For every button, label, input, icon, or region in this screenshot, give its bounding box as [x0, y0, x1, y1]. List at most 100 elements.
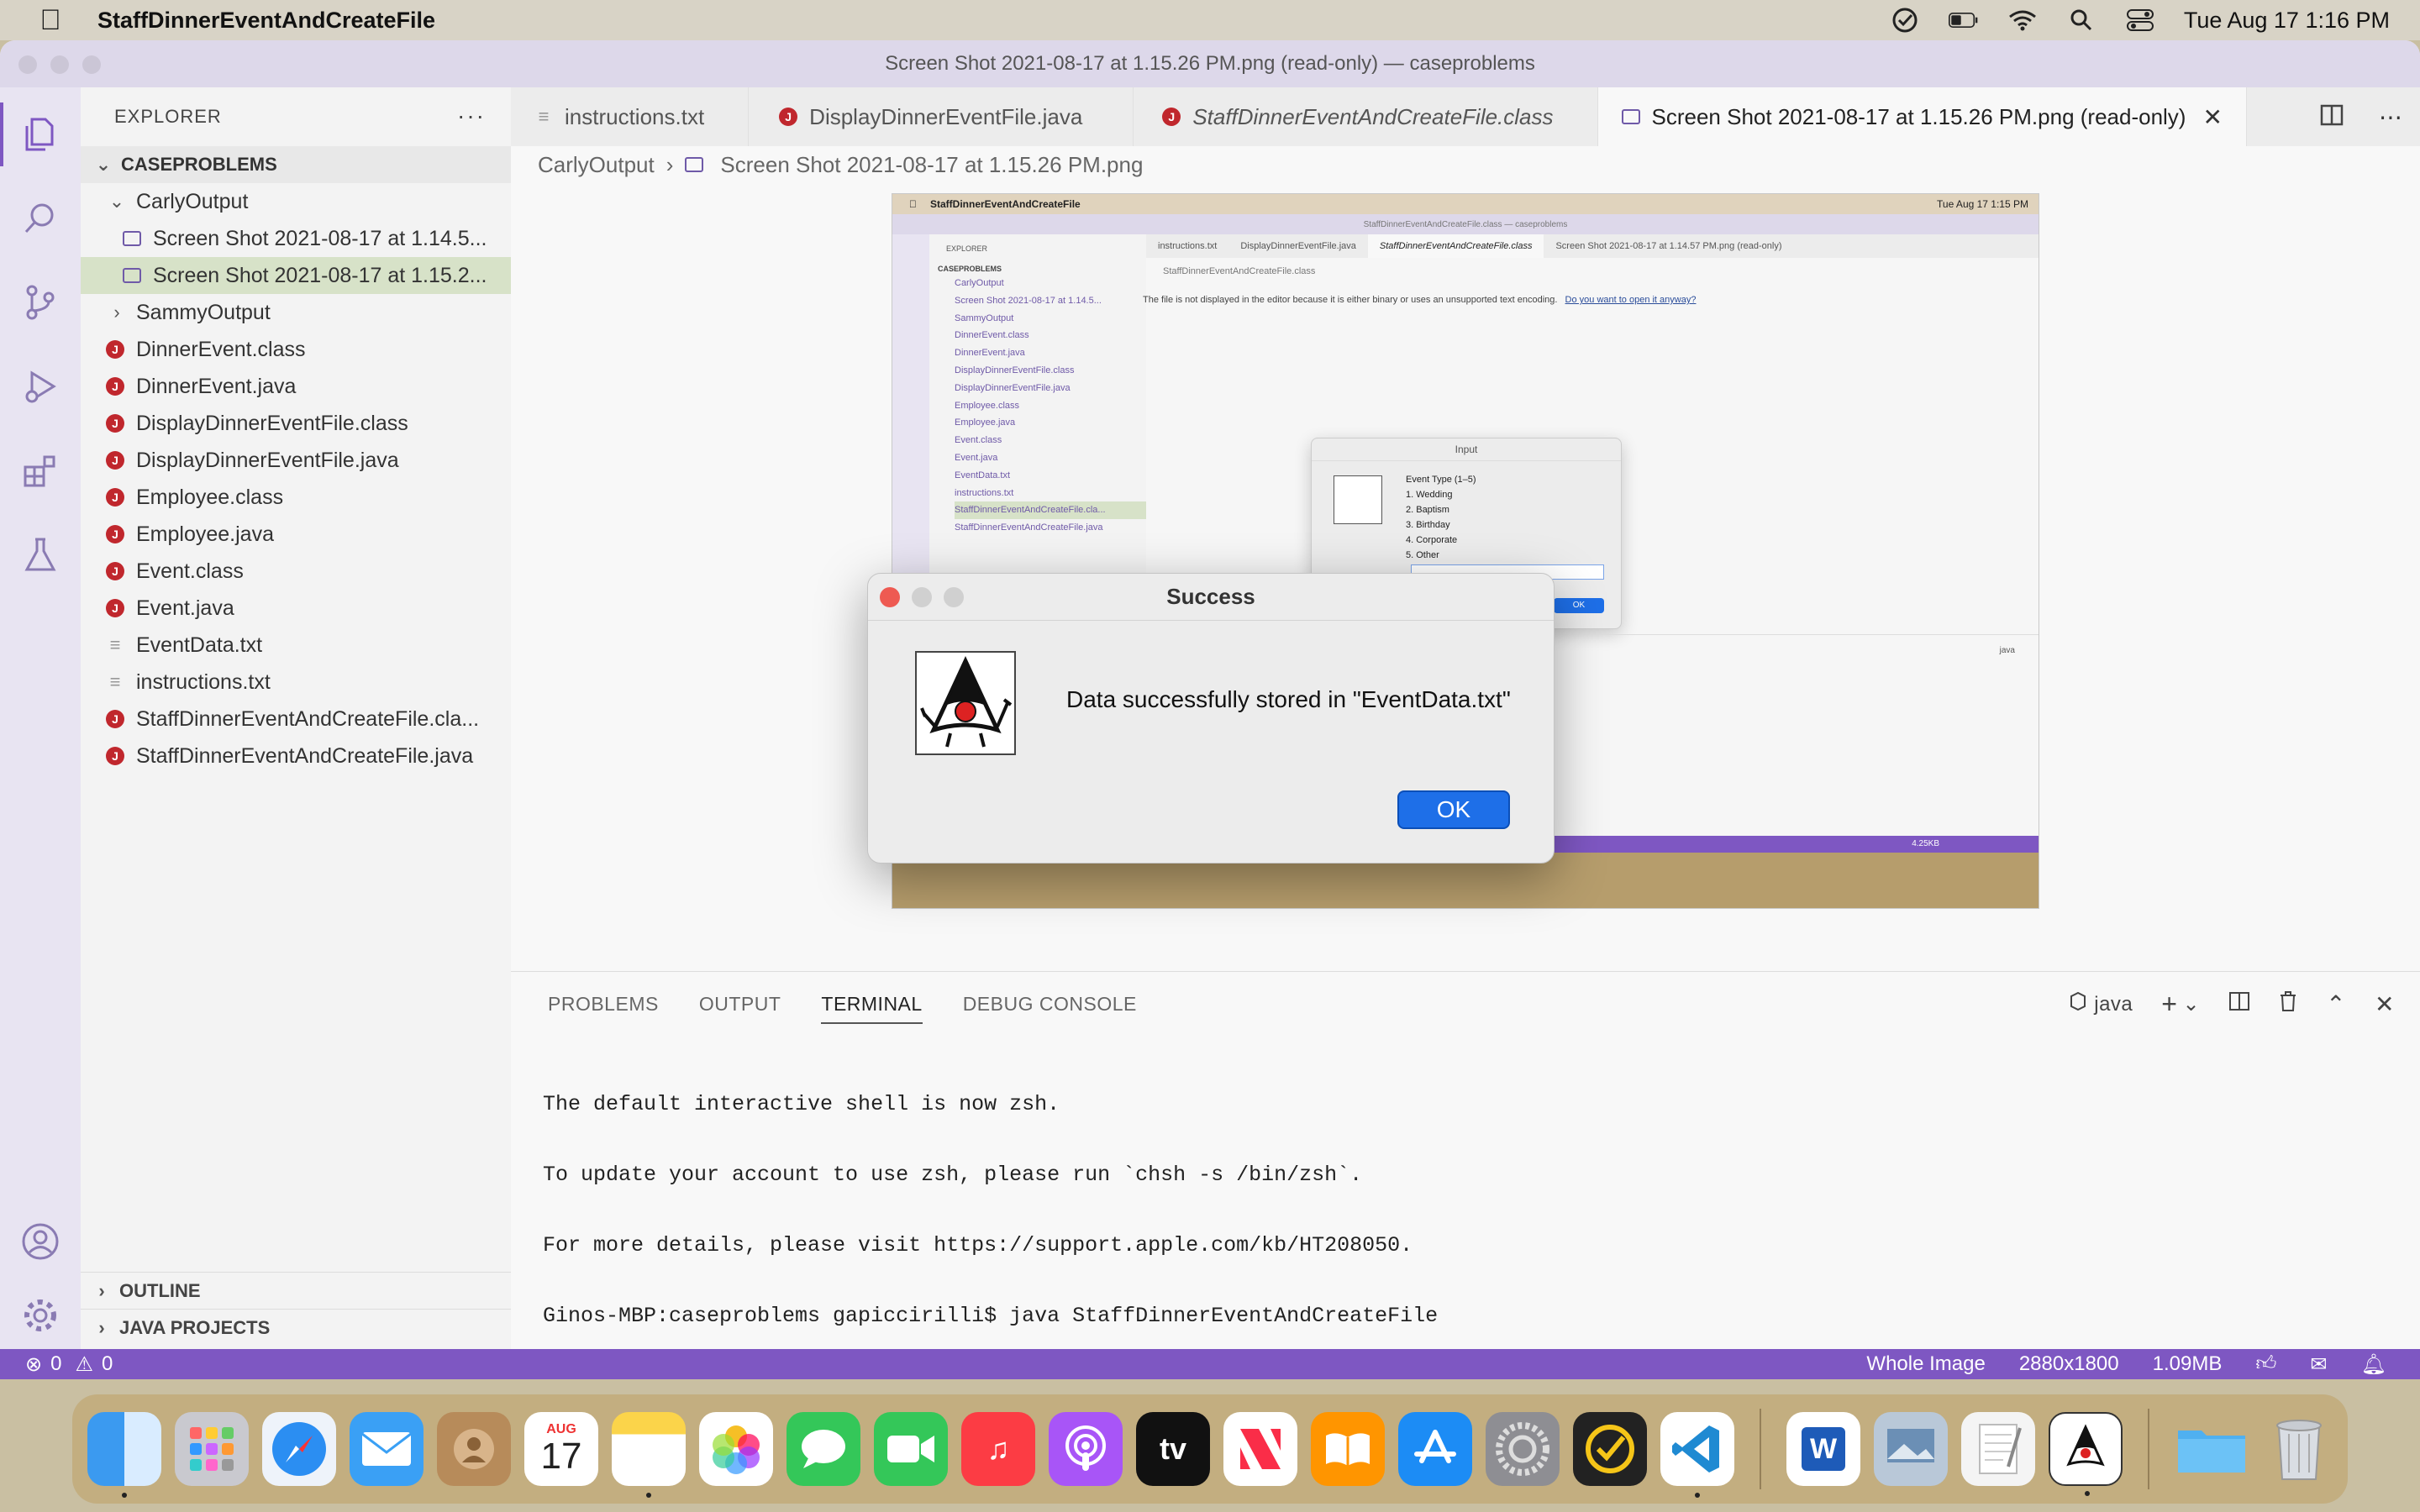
- new-terminal-plus-icon[interactable]: +: [2161, 989, 2177, 1020]
- checkmark-status-icon[interactable]: [1890, 5, 1920, 35]
- trash-icon[interactable]: [2279, 990, 2297, 1018]
- spotlight-search-icon[interactable]: [2066, 5, 2096, 35]
- music-icon[interactable]: ♫: [961, 1412, 1035, 1486]
- split-terminal-icon[interactable]: [2228, 991, 2250, 1017]
- tree-file[interactable]: J Event.java: [81, 590, 511, 627]
- tree-item-label: DinnerEvent.class: [136, 337, 306, 361]
- thumbs-up-icon[interactable]: 👍︎: [2255, 1352, 2276, 1376]
- more-actions-icon[interactable]: ···: [457, 102, 486, 129]
- settings-gear-icon[interactable]: [17, 1292, 64, 1339]
- problems-status[interactable]: ⊗ 0 ⚠ 0: [25, 1352, 113, 1377]
- explorer-files-icon[interactable]: [0, 102, 64, 166]
- image-mode-status[interactable]: Whole Image: [1866, 1352, 1985, 1376]
- extensions-icon[interactable]: [17, 447, 64, 494]
- split-editor-icon[interactable]: [2320, 104, 2344, 130]
- calendar-icon[interactable]: AUG 17: [524, 1412, 598, 1486]
- safari-icon[interactable]: [262, 1412, 336, 1486]
- workspace-folder[interactable]: ⌄ CASEPROBLEMS: [81, 146, 511, 183]
- tree-file[interactable]: J Employee.class: [81, 479, 511, 516]
- contacts-icon[interactable]: [437, 1412, 511, 1486]
- control-center-icon[interactable]: [2125, 5, 2155, 35]
- tab-screenshot[interactable]: Screen Shot 2021-08-17 at 1.15.26 PM.png…: [1597, 87, 2247, 146]
- preview-app-icon[interactable]: [1874, 1412, 1948, 1486]
- terminal-output[interactable]: The default interactive shell is now zsh…: [511, 1036, 2420, 1379]
- messages-icon[interactable]: [786, 1412, 860, 1486]
- apple-tv-icon[interactable]: tv: [1136, 1412, 1210, 1486]
- mail-icon[interactable]: [350, 1412, 424, 1486]
- tab-problems[interactable]: PROBLEMS: [548, 993, 659, 1016]
- battery-icon[interactable]: [1948, 5, 1979, 35]
- tree-file[interactable]: J DinnerEvent.class: [81, 331, 511, 368]
- textedit-icon[interactable]: [1961, 1412, 2035, 1486]
- close-tab-icon[interactable]: ✕: [2202, 103, 2222, 131]
- feedback-icon[interactable]: ✉︎: [2310, 1352, 2327, 1377]
- java-duke-app-icon[interactable]: [2049, 1412, 2123, 1496]
- tree-folder-carlyoutput[interactable]: ⌄ CarlyOutput: [81, 183, 511, 220]
- breadcrumb-folder[interactable]: CarlyOutput: [538, 152, 655, 178]
- tab-displaydinnereventfile[interactable]: J DisplayDinnerEventFile.java: [749, 87, 1134, 146]
- close-panel-icon[interactable]: ✕: [2375, 990, 2395, 1018]
- calendar-day: 17: [540, 1436, 582, 1477]
- breadcrumb-file[interactable]: Screen Shot 2021-08-17 at 1.15.26 PM.png: [720, 152, 1143, 178]
- podcasts-icon[interactable]: [1049, 1412, 1123, 1486]
- focus-checkmark-app-icon[interactable]: [1573, 1412, 1647, 1486]
- outline-section[interactable]: › OUTLINE: [81, 1272, 511, 1309]
- folder-icon[interactable]: [2175, 1412, 2249, 1486]
- preview-message-text: The file is not displayed in the editor …: [1143, 295, 1558, 305]
- tree-file[interactable]: J DisplayDinnerEventFile.class: [81, 405, 511, 442]
- minimize-window-button[interactable]: [50, 55, 69, 74]
- more-actions-icon[interactable]: ⋯: [2379, 103, 2402, 131]
- account-icon[interactable]: [17, 1218, 64, 1265]
- tree-folder-sammyoutput[interactable]: › SammyOutput: [81, 294, 511, 331]
- app-store-icon[interactable]: [1398, 1412, 1472, 1486]
- vscode-app-icon[interactable]: [1660, 1412, 1734, 1498]
- terminal-shell-selector[interactable]: java: [2069, 991, 2133, 1017]
- finder-icon[interactable]: [87, 1412, 161, 1498]
- zoom-window-button[interactable]: [82, 55, 101, 74]
- news-icon[interactable]: [1223, 1412, 1297, 1486]
- tree-file-screenshot-2[interactable]: Screen Shot 2021-08-17 at 1.15.2...: [81, 257, 511, 294]
- tree-file[interactable]: J StaffDinnerEventAndCreateFile.java: [81, 738, 511, 774]
- menubar-clock[interactable]: Tue Aug 17 1:16 PM: [2184, 8, 2390, 34]
- app-name-menu[interactable]: StaffDinnerEventAndCreateFile: [97, 8, 435, 34]
- tree-file[interactable]: J DinnerEvent.java: [81, 368, 511, 405]
- tree-file[interactable]: J DisplayDinnerEventFile.java: [81, 442, 511, 479]
- tree-file[interactable]: J Event.class: [81, 553, 511, 590]
- close-window-button[interactable]: [18, 55, 37, 74]
- tree-item-label: DinnerEvent.java: [136, 374, 297, 398]
- tree-file-screenshot-1[interactable]: Screen Shot 2021-08-17 at 1.14.5...: [81, 220, 511, 257]
- books-icon[interactable]: [1311, 1412, 1385, 1486]
- tab-staffdinnerclass[interactable]: J StaffDinnerEventAndCreateFile.class: [1134, 87, 1598, 146]
- tree-file[interactable]: J StaffDinnerEventAndCreateFile.cla...: [81, 701, 511, 738]
- tree-file[interactable]: ≡ EventData.txt: [81, 627, 511, 664]
- notifications-bell-icon[interactable]: 🔔︎: [2361, 1352, 2386, 1377]
- apple-menu-icon[interactable]: : [34, 4, 67, 37]
- microsoft-word-icon[interactable]: W: [1786, 1412, 1860, 1486]
- system-preferences-icon[interactable]: [1486, 1412, 1560, 1486]
- preview-tree-item: CarlyOutput: [955, 278, 1004, 288]
- preview-tree-item: StaffDinnerEventAndCreateFile.java: [955, 522, 1103, 533]
- tab-output[interactable]: OUTPUT: [699, 993, 781, 1016]
- java-projects-section[interactable]: › JAVA PROJECTS: [81, 1309, 511, 1346]
- search-icon[interactable]: [17, 195, 64, 242]
- maximize-panel-icon[interactable]: ⌃: [2326, 990, 2346, 1018]
- tree-file[interactable]: J Employee.java: [81, 516, 511, 553]
- dialog-message: Data successfully stored in "EventData.t…: [1066, 686, 1511, 712]
- tab-terminal[interactable]: TERMINAL: [821, 993, 923, 1024]
- photos-icon[interactable]: [699, 1412, 773, 1486]
- trash-icon[interactable]: [2262, 1412, 2336, 1486]
- notes-icon[interactable]: [612, 1412, 686, 1498]
- source-control-icon[interactable]: [17, 279, 64, 326]
- tree-file[interactable]: ≡ instructions.txt: [81, 664, 511, 701]
- facetime-icon[interactable]: [874, 1412, 948, 1486]
- tab-debug-console[interactable]: DEBUG CONSOLE: [963, 993, 1137, 1016]
- wifi-icon[interactable]: [2007, 5, 2038, 35]
- tab-instructions[interactable]: ≡ instructions.txt: [511, 87, 750, 146]
- testing-flask-icon[interactable]: [17, 531, 64, 578]
- ok-button[interactable]: OK: [1397, 790, 1510, 829]
- tree-item-label: StaffDinnerEventAndCreateFile.java: [136, 743, 474, 768]
- launchpad-icon[interactable]: [175, 1412, 249, 1486]
- dialog-close-button[interactable]: [880, 587, 900, 607]
- chevron-down-icon[interactable]: ⌄: [2182, 992, 2200, 1016]
- run-debug-icon[interactable]: [17, 363, 64, 410]
